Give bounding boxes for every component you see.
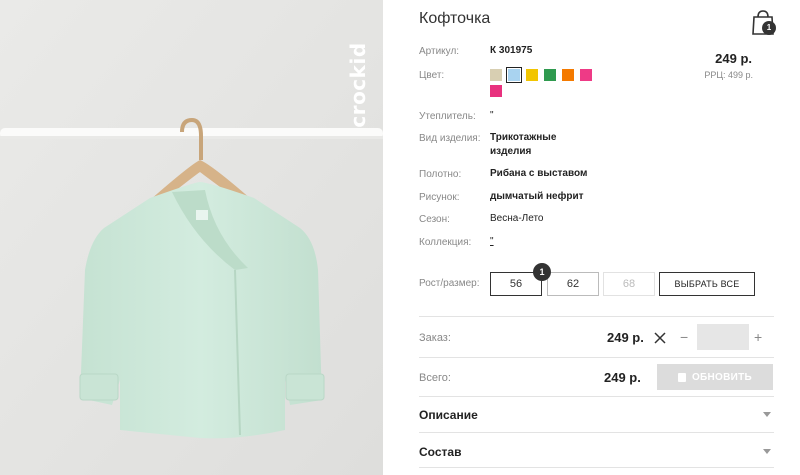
decrease-quantity-button[interactable]: − <box>680 329 688 345</box>
type-value-line2: изделия <box>490 146 532 157</box>
color-swatch[interactable] <box>526 69 538 81</box>
divider <box>419 467 774 468</box>
total-label: Всего: <box>419 372 451 384</box>
product-image <box>0 0 383 475</box>
divider <box>419 396 774 397</box>
update-button-label: ОБНОВИТЬ <box>691 371 753 383</box>
product-title: Кофточка <box>419 10 491 27</box>
fabric-label: Полотно: <box>419 169 462 180</box>
basket-icon <box>677 372 686 382</box>
product-price: 249 р. <box>715 51 752 66</box>
collection-label: Коллекция: <box>419 237 472 248</box>
chevron-down-icon[interactable] <box>763 412 771 417</box>
size-label: Рост/размер: <box>419 278 480 289</box>
order-label: Заказ: <box>419 332 451 344</box>
color-label: Цвет: <box>419 70 445 81</box>
select-all-button[interactable]: ВЫБРАТЬ ВСЕ <box>659 272 755 296</box>
divider <box>419 357 774 358</box>
brand-logo-text: crockid <box>346 42 370 128</box>
fabric-value: Рибана с выставом <box>490 168 588 179</box>
close-icon[interactable] <box>653 331 667 345</box>
update-button[interactable]: ОБНОВИТЬ <box>657 364 773 390</box>
color-swatches <box>490 67 600 97</box>
chevron-down-icon[interactable] <box>763 449 771 454</box>
season-label: Сезон: <box>419 214 450 225</box>
color-swatch[interactable] <box>506 67 522 83</box>
size-count-badge: 1 <box>533 263 551 281</box>
product-photo: crockid <box>0 0 383 475</box>
color-swatch[interactable] <box>580 69 592 81</box>
collection-link[interactable]: " <box>490 235 494 249</box>
composition-accordion[interactable]: Состав <box>419 445 461 459</box>
pattern-label: Рисунок: <box>419 192 460 203</box>
type-label: Вид изделия: <box>419 133 481 144</box>
color-swatch[interactable] <box>490 69 502 81</box>
article-value: К 301975 <box>490 45 533 56</box>
divider <box>419 432 774 433</box>
brand-logo: crockid <box>346 20 370 150</box>
pattern-value: дымчатый нефрит <box>490 191 584 202</box>
order-price: 249 р. <box>607 330 644 345</box>
quantity-input[interactable] <box>697 324 749 350</box>
increase-quantity-button[interactable]: + <box>754 329 762 345</box>
type-value-line1: Трикотажные <box>490 132 557 143</box>
article-label: Артикул: <box>419 46 460 57</box>
color-swatch[interactable] <box>490 85 502 97</box>
cart-count-badge: 1 <box>762 21 776 35</box>
color-swatch[interactable] <box>544 69 556 81</box>
season-value: Весна-Лето <box>490 213 544 224</box>
description-accordion[interactable]: Описание <box>419 408 478 422</box>
color-swatch[interactable] <box>562 69 574 81</box>
size-option-68[interactable]: 68 <box>603 272 655 296</box>
total-price: 249 р. <box>604 370 641 385</box>
size-option-62[interactable]: 62 <box>547 272 599 296</box>
insulation-value: " <box>490 110 494 121</box>
rrp-price: РРЦ: 499 р. <box>704 70 753 80</box>
insulation-label: Утеплитель: <box>419 111 476 122</box>
divider <box>419 316 774 317</box>
